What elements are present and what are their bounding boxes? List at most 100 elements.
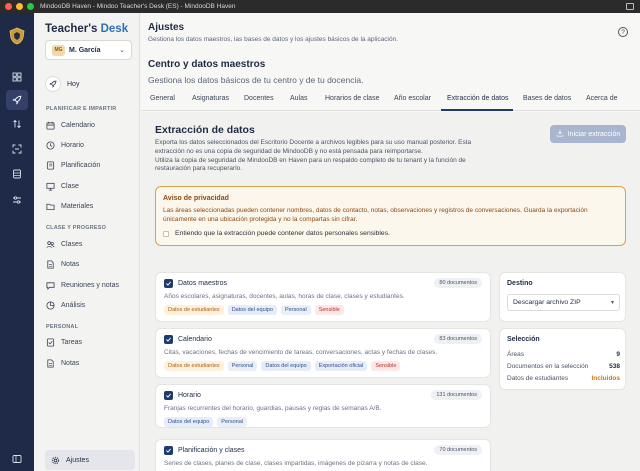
sidebar-item-ajustes[interactable]: Ajustes [45, 450, 135, 470]
tab-bases-de-datos[interactable]: Bases de datos [523, 95, 571, 102]
tab-asignaturas[interactable]: Asignaturas [192, 95, 229, 102]
destination-card: Destino Descargar archivo ZIP ▾ [499, 272, 626, 322]
main-content: Ajustes Gestiona los datos maestros, las… [141, 13, 640, 471]
category-header: Horario [164, 391, 201, 400]
close-window-button[interactable] [5, 3, 12, 10]
checkbox-empty-icon [163, 230, 169, 237]
check-icon [166, 337, 171, 342]
rail-settings-button[interactable] [6, 190, 28, 210]
sidebar-item-calendario[interactable]: Calendario [46, 117, 134, 133]
window-toggle-icon[interactable] [626, 3, 634, 10]
window-controls [5, 3, 34, 10]
privacy-consent-checkbox[interactable]: Entiendo que la extracción puede contene… [163, 230, 390, 237]
chat-icon [46, 281, 55, 290]
category-card[interactable]: Datos maestros 80 documentos Años escolare… [155, 272, 491, 322]
category-tag: Personal [280, 305, 311, 315]
panel-title: Extracción de datos [155, 124, 255, 136]
category-description: Series de clases, planes de clase, clase… [164, 460, 428, 467]
sidebar-item-label: Hoy [67, 80, 80, 88]
notebook-icon [46, 160, 55, 170]
privacy-text: Las áreas seleccionadas pueden contener … [163, 207, 588, 223]
rail-sync-button[interactable] [6, 114, 28, 134]
brand-logo: Teacher's Desk [45, 23, 129, 35]
active-tab-indicator [441, 109, 513, 111]
scan-icon [12, 144, 22, 154]
category-tag: Datos del equipo [227, 305, 277, 315]
check-icon [166, 448, 171, 453]
selection-summary: Selección Áreas 9 Documentos en la selecc… [499, 328, 626, 390]
tab-general[interactable]: General [150, 95, 175, 102]
category-header: Datos maestros [164, 279, 227, 288]
window-title: MindooDB Haven - Mindoo Teacher's Desk (… [40, 3, 236, 10]
rail-dashboard-button[interactable] [6, 67, 28, 87]
sidebar-item-horario[interactable]: Horario [46, 137, 134, 153]
category-tag: Personal [217, 417, 247, 427]
category-checkbox[interactable] [164, 446, 173, 455]
tab-aulas[interactable]: Aulas [290, 95, 308, 102]
document-icon [46, 358, 55, 368]
grid-icon [12, 72, 22, 82]
tab-acerca-de[interactable]: Acerca de [586, 95, 618, 102]
chevron-down-icon: ▾ [610, 300, 614, 306]
rail-scan-button[interactable] [6, 139, 28, 159]
download-icon [556, 129, 564, 139]
sidebar-item-label: Materiales [61, 202, 94, 210]
rail-sidebar-toggle-button[interactable] [6, 449, 28, 469]
folder-icon [46, 202, 55, 211]
sidebar-item-label: Notas [61, 260, 80, 268]
category-header: Planificación y clases [164, 446, 245, 455]
sidebar-item-notas-personal[interactable]: Notas [46, 355, 134, 371]
sidebar-item-tareas[interactable]: Tareas [46, 334, 134, 350]
sidebar-item-notas[interactable]: Notas [46, 256, 134, 272]
rail-teaching-button[interactable] [6, 90, 28, 110]
sidebar-item-materiales[interactable]: Materiales [46, 198, 134, 214]
window-titlebar: MindooDB Haven - Mindoo Teacher's Desk (… [0, 0, 640, 13]
category-tag: Personal [227, 361, 258, 371]
check-icon [166, 393, 171, 398]
sidebar-item-analisis[interactable]: Análisis [46, 297, 134, 313]
checklist-icon [46, 337, 55, 347]
category-tag: Exportación oficial [314, 361, 368, 371]
tab-extraccion[interactable]: Extracción de datos [447, 95, 508, 102]
calendar-icon [46, 121, 55, 130]
sidebar-item-clases[interactable]: Clases [46, 236, 134, 252]
user-name: M. García [69, 46, 101, 54]
tab-ano-escolar[interactable]: Año escolar [394, 95, 431, 102]
category-name: Calendario [178, 336, 212, 343]
destination-select[interactable]: Descargar archivo ZIP ▾ [507, 294, 620, 311]
document-count-badge: 70 documentos [434, 445, 482, 455]
sidebar-item-label: Análisis [61, 301, 86, 309]
sidebar-item-reuniones[interactable]: Reuniones y notas [46, 277, 134, 293]
category-checkbox[interactable] [164, 391, 173, 400]
clock-icon [46, 140, 55, 150]
tab-horarios[interactable]: Horarios de clase [325, 95, 379, 102]
sidebar-item-planificacion[interactable]: Planificación [46, 157, 134, 173]
rail-database-button[interactable] [6, 164, 28, 184]
category-tags: Datos del equipo Personal [164, 417, 247, 427]
category-checkbox[interactable] [164, 335, 173, 344]
sidebar-item-label: Calendario [61, 121, 95, 129]
chart-icon [46, 300, 55, 310]
start-extraction-label: Iniciar extracción [567, 130, 621, 138]
tab-docentes[interactable]: Docentes [244, 95, 274, 102]
selection-row: Datos de estudiantes Incluidos [507, 375, 620, 382]
category-card[interactable]: Planificación y clases 70 documentos Serie… [155, 439, 491, 471]
sidebar-item-hoy[interactable]: Hoy [45, 75, 132, 93]
minimize-window-button[interactable] [16, 3, 23, 10]
user-switcher[interactable]: MG M. García ⌄ [45, 40, 132, 60]
start-extraction-button[interactable]: Iniciar extracción [550, 125, 626, 143]
page-subtitle: Gestiona los datos maestros, las bases d… [148, 36, 399, 43]
help-icon[interactable]: ? [618, 27, 628, 37]
category-tag: Sensible [371, 361, 401, 371]
category-card[interactable]: Calendario 83 documentos Citas, vacaciones… [155, 328, 491, 378]
presentation-icon [46, 182, 55, 191]
sidebar-item-label: Planificación [61, 161, 101, 169]
destination-value: Descargar archivo ZIP [513, 299, 581, 306]
category-card[interactable]: Horario 131 documentos Franjas recurrentes… [155, 384, 491, 428]
sidebar-item-clase[interactable]: Clase [46, 178, 134, 194]
sidebar-item-label: Horario [61, 141, 84, 149]
category-checkbox[interactable] [164, 279, 173, 288]
section-title: Centro y datos maestros [148, 59, 266, 70]
zoom-window-button[interactable] [27, 3, 34, 10]
category-name: Horario [178, 392, 201, 399]
